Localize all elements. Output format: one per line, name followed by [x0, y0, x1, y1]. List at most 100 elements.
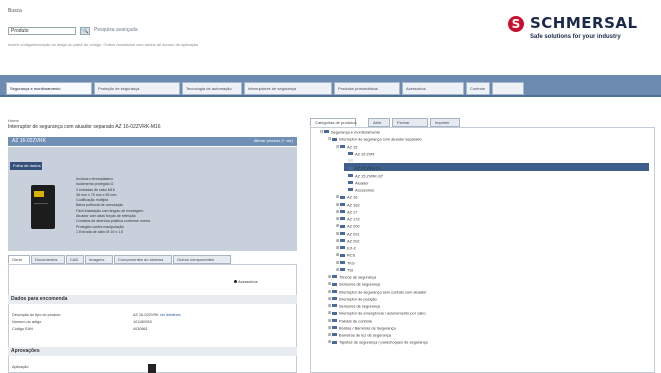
- folder-icon: [340, 231, 345, 235]
- tree-tabs: Categorias de produtos Abrir Fechar Impr…: [310, 118, 655, 127]
- tab-pneumatic[interactable]: Produtos pneumáticos: [334, 82, 400, 95]
- tree-node[interactable]: ⊟ AZ 15: [336, 143, 357, 150]
- folder-icon: [332, 304, 337, 308]
- tree-node[interactable]: ⊞ Sensores de segurança: [328, 280, 380, 287]
- order-label: Número do artigo: [12, 320, 42, 324]
- order-value: 101180953: [133, 320, 152, 324]
- tab-images[interactable]: Imagens: [85, 255, 113, 264]
- search-hint: Inserir código/descrição do artigo ou pa…: [8, 42, 199, 47]
- tree-node[interactable]: ⊟ Interruptor de segurança com atuador se…: [328, 135, 422, 142]
- folder-icon: [340, 253, 345, 257]
- tree-node[interactable]: ⊞ Interruptor de emergência / acionamento…: [328, 309, 426, 316]
- section-ordering: Dados para encomenda: [8, 295, 297, 304]
- details-link[interactable]: ver detalhes: [160, 313, 181, 317]
- folder-icon: [332, 275, 337, 279]
- tab-cad[interactable]: CAD: [66, 255, 84, 264]
- tree-node[interactable]: ⊞ Sensores de segurança: [328, 302, 380, 309]
- folder-icon: [348, 188, 353, 192]
- tree-node[interactable]: AZ 15 ZVR: [344, 150, 374, 157]
- tree-node-label: Painéis de controle: [339, 317, 373, 323]
- search-type-select[interactable]: Produto: [8, 27, 76, 35]
- tab-safety-guarding[interactable]: Proteção de segurança: [94, 82, 180, 95]
- logo-wordmark: SCHMERSAL: [530, 14, 638, 32]
- schmersal-logo[interactable]: S SCHMERSAL Safe solutions for your indu…: [508, 14, 654, 44]
- expand-button[interactable]: Abrir: [368, 118, 390, 127]
- tab-automation[interactable]: Tecnologia de automação: [182, 82, 242, 95]
- advanced-search-link[interactable]: Pesquisa avançada: [94, 27, 138, 33]
- tab-documents[interactable]: Documentos: [31, 255, 65, 264]
- tab-control[interactable]: Controle: [466, 82, 490, 95]
- tree-node[interactable]: AZ 15 ZVR-ST: [344, 164, 381, 171]
- folder-icon: [348, 166, 353, 170]
- print-button[interactable]: Imprimir: [430, 118, 460, 127]
- tree-node[interactable]: ⊞ Interruptor de segurança sem contato co…: [328, 288, 427, 295]
- tree-node[interactable]: ⊞ Bordas / Barreiras de Segurança: [328, 324, 396, 331]
- tab-safety-monitoring[interactable]: Segurança e monitoramento: [6, 82, 92, 95]
- tree-node[interactable]: ⊞ Interruptor de posição: [328, 295, 377, 302]
- search-label: Busca: [8, 8, 22, 14]
- tree-node-label: Segurança e monitoramento: [331, 129, 381, 135]
- tree-node[interactable]: ⊞ Barreiras de luz de segurança: [328, 331, 391, 338]
- tree-node[interactable]: ⊞ TKS: [336, 259, 355, 266]
- tree-node[interactable]: Acessórios: [344, 186, 374, 193]
- tab-accessories[interactable]: Acessórios: [402, 82, 464, 95]
- tab-system-components[interactable]: Componentes do sistema: [114, 255, 172, 264]
- tree-node[interactable]: ⊞ AZ 17: [336, 208, 357, 215]
- folder-icon: [340, 239, 345, 243]
- collapse-button[interactable]: Fechar: [392, 118, 428, 127]
- tree-node-label: AZ 200: [347, 223, 360, 229]
- tab-general[interactable]: Geral: [8, 255, 30, 264]
- search-icon[interactable]: 🔍: [80, 27, 90, 35]
- tab-extra[interactable]: [492, 82, 524, 95]
- tree-node-label: AZ 15 ZVRK: [355, 158, 377, 164]
- folder-icon: [332, 282, 337, 286]
- accessories-link[interactable]: Acessórios: [238, 279, 258, 284]
- tree-node[interactable]: ⊞ Tapetes de segurança / parachoques de s…: [328, 338, 428, 345]
- bullet-icon: [234, 280, 237, 283]
- tab-safety-switches[interactable]: Interruptores de segurança: [244, 82, 332, 95]
- section-application: Aprovações: [8, 347, 297, 356]
- order-value-text: AZ 16-02ZVRK: [133, 313, 159, 317]
- tree-node[interactable]: ⊞ Trincos de segurança: [328, 273, 376, 280]
- tree-node-label: Tapetes de segurança / parachoques de se…: [339, 339, 428, 345]
- tab-other-components[interactable]: Outros componentes: [173, 255, 231, 264]
- tree-selection-highlight: [344, 163, 649, 171]
- tree-node[interactable]: ⊞ AZ 17Z: [336, 215, 360, 222]
- tree-node[interactable]: ⊞ AZ 202: [336, 237, 360, 244]
- application-label: Aplicação: [12, 365, 29, 369]
- tree-node-label: AZ 17: [347, 209, 358, 215]
- order-label: Descrição do tipo do produto: [12, 313, 61, 317]
- tree-node[interactable]: ⊞ Painéis de controle: [328, 317, 372, 324]
- tree-node[interactable]: ⊟ Segurança e monitoramento: [320, 128, 380, 135]
- tree-node[interactable]: ⊞ RCS: [336, 251, 355, 258]
- tab-product-categories[interactable]: Categorias de produtos: [310, 118, 357, 127]
- breadcrumb[interactable]: Home: [8, 118, 19, 123]
- datasheet-button[interactable]: Folha de dados: [10, 162, 42, 170]
- schmersal-logo-icon: S: [508, 16, 524, 32]
- tree-node-label: AZ 15 ZVR: [355, 151, 375, 157]
- product-image: [26, 183, 60, 231]
- tree-node[interactable]: ⊞ EX-Z: [336, 244, 356, 251]
- tree-node-label: Interruptor de segurança sem contato com…: [339, 288, 427, 294]
- tree-node[interactable]: AZ 15 ZVRK: [344, 157, 377, 164]
- folder-icon: [340, 268, 345, 272]
- tree-node-label: AZ 15 ZVRK-ST: [355, 172, 384, 178]
- tree-node-label: RCS: [347, 252, 356, 258]
- folder-icon: [348, 181, 353, 185]
- change-product-link[interactable]: Alterar produto (+ ver): [254, 138, 293, 143]
- logo-tagline: Safe solutions for your industry: [530, 34, 621, 40]
- folder-icon: [340, 195, 345, 199]
- tree-node[interactable]: ⊞ AZ 201: [336, 230, 360, 237]
- tree-node-label: Interruptor de posição: [339, 296, 377, 302]
- tree-node[interactable]: ⊞ TSI: [336, 266, 353, 273]
- order-value: 4030661: [133, 327, 148, 331]
- tree-node[interactable]: AZ 15 ZVRK-ST: [344, 172, 383, 179]
- tree-node-label: Barreiras de luz de segurança: [339, 332, 391, 338]
- folder-icon: [340, 224, 345, 228]
- feature-item: 1 Entrada de cabo M 16 x 1,5: [76, 229, 124, 234]
- tree-node-label: Acessórios: [355, 187, 375, 193]
- tree-node[interactable]: ⊞ AZ 16Z: [336, 201, 360, 208]
- tree-node[interactable]: ⊞ AZ 16: [336, 193, 357, 200]
- tree-node[interactable]: ⊞ AZ 200: [336, 222, 360, 229]
- tree-node[interactable]: Atuador: [344, 179, 369, 186]
